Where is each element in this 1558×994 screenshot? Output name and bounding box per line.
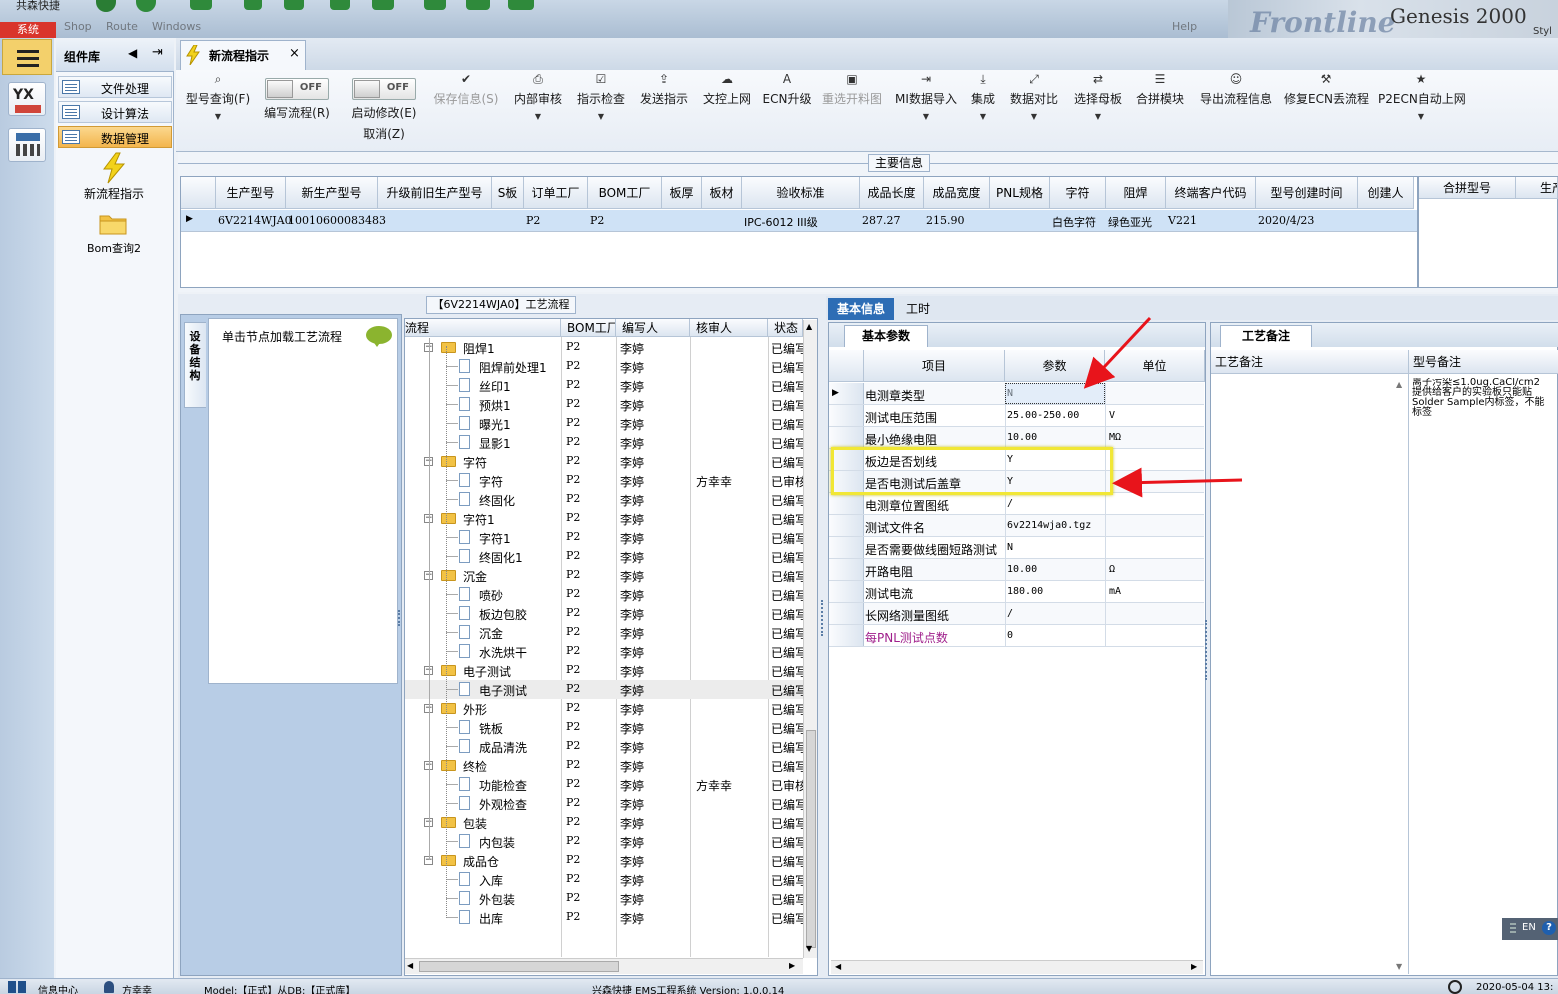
status-user: 方幸幸 — [122, 986, 152, 994]
status-bar: 信息中心 方幸幸 Model:【正式】从DB:【正式库】 兴森快捷 EMS工程系… — [0, 978, 1558, 994]
status-datetime: 2020-05-04 13: — [1476, 982, 1554, 993]
status-version: 兴森快捷 EMS工程系统 Version: 1.0.0.14 — [592, 986, 785, 994]
annotation-arrow-2 — [1112, 467, 1243, 498]
grid-icon — [8, 981, 26, 993]
status-info-center[interactable]: 信息中心 — [38, 982, 78, 994]
user-icon — [104, 981, 114, 993]
annotation-arrows — [1083, 316, 1243, 498]
status-db: Model:【正式】从DB:【正式库】 — [204, 986, 356, 994]
clock-icon — [1448, 980, 1462, 994]
annotation-arrow-1 — [1083, 316, 1152, 389]
